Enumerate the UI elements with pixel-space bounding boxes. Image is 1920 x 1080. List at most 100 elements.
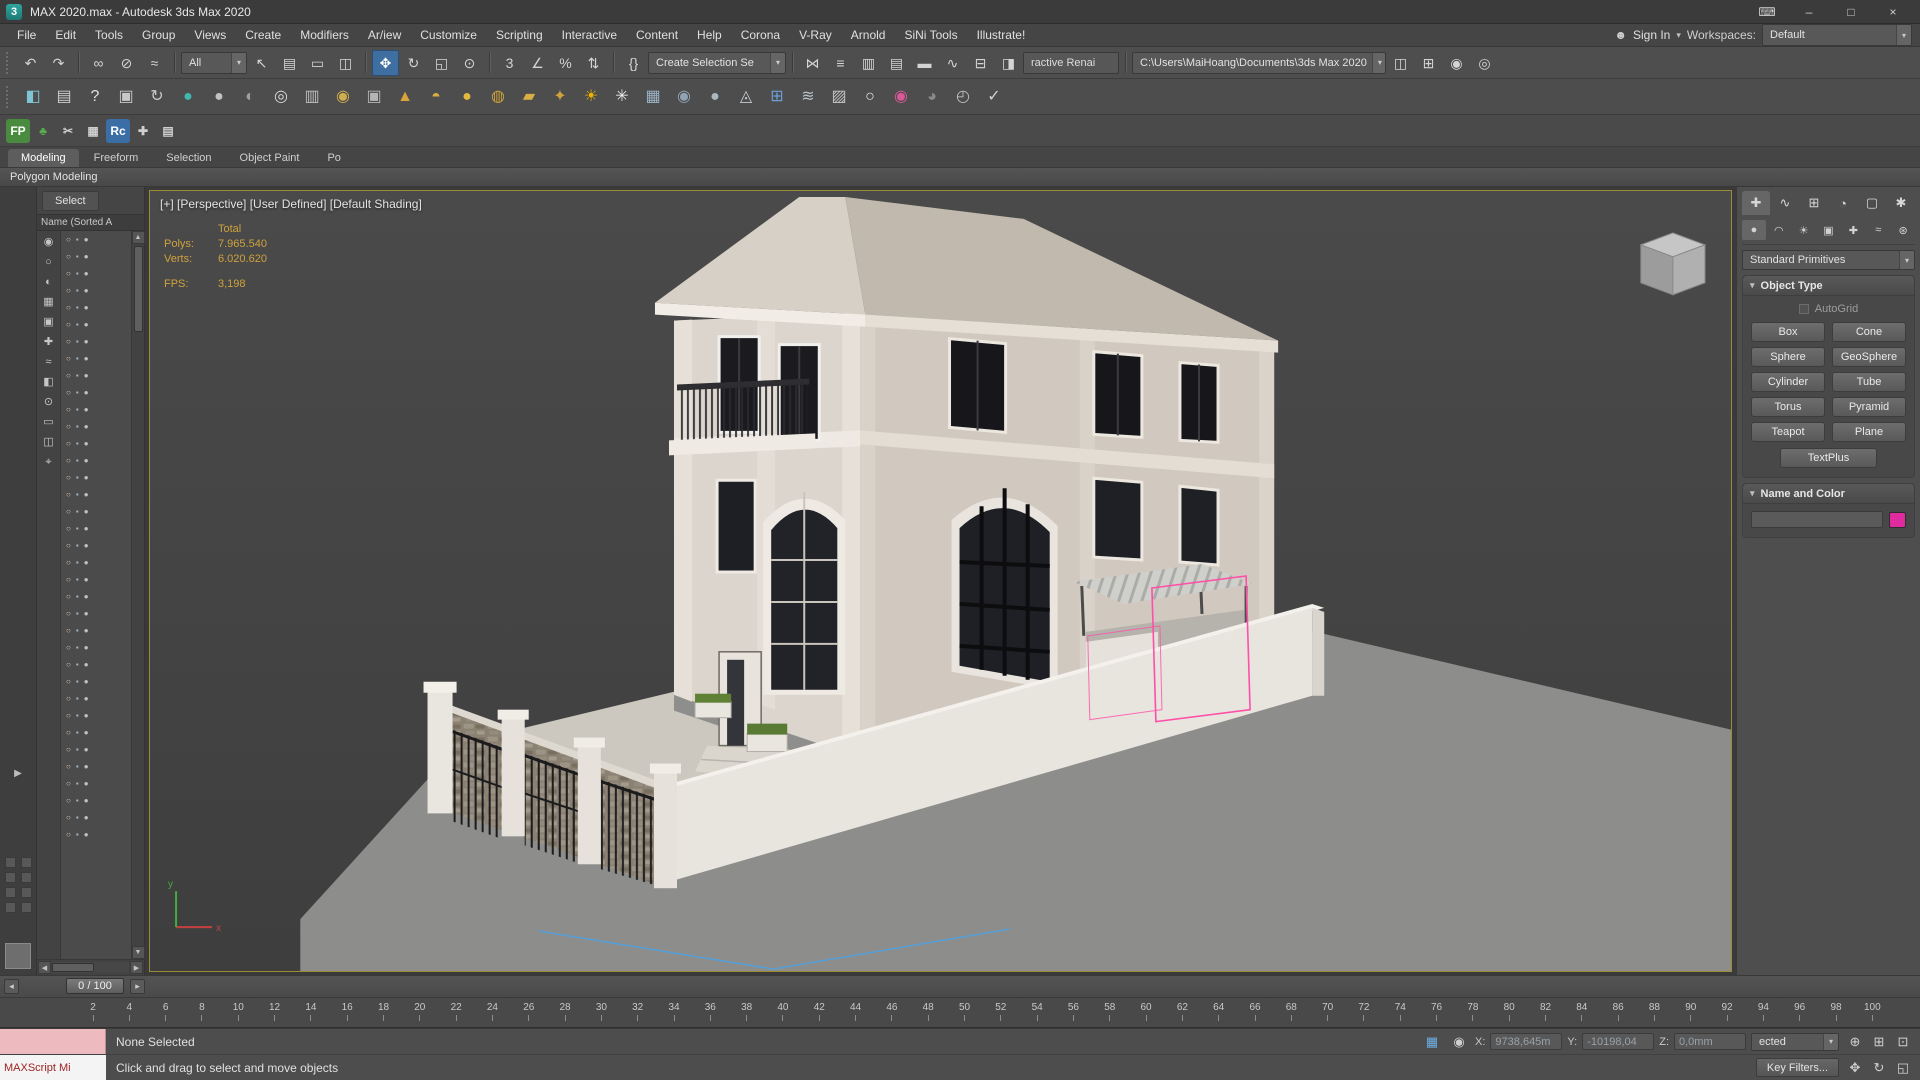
teal-sphere-icon[interactable]: ● xyxy=(173,83,203,111)
visibility-icon[interactable]: ○ xyxy=(66,439,71,448)
previous-frame-button[interactable]: ◂ xyxy=(4,979,19,994)
scene-object-row[interactable]: ○ ▪ ● xyxy=(61,656,131,673)
scrollbar-thumb[interactable] xyxy=(52,963,94,972)
scene-object-row[interactable]: ○ ▪ ● xyxy=(61,758,131,775)
selection-lock-icon[interactable]: ◉ xyxy=(1448,1032,1470,1052)
minimized-panel-button[interactable] xyxy=(5,943,31,969)
object-color-swatch[interactable] xyxy=(1889,511,1906,528)
scrollbar-thumb[interactable] xyxy=(133,246,143,332)
scene-object-row[interactable]: ○ ▪ ● xyxy=(61,520,131,537)
visibility-icon[interactable]: ○ xyxy=(66,388,71,397)
scene-object-row[interactable]: ○ ▪ ● xyxy=(61,469,131,486)
render-production-icon[interactable]: ◉ xyxy=(1443,50,1470,76)
schematic-view-icon[interactable]: ⊟ xyxy=(967,50,994,76)
menu-item[interactable]: Tools xyxy=(86,25,132,45)
menu-item[interactable]: Arnold xyxy=(842,25,895,45)
display-cameras-icon[interactable]: ▣ xyxy=(43,317,53,328)
select-by-name-icon[interactable]: ▤ xyxy=(276,50,303,76)
frame-buffer-icon[interactable]: ▦ xyxy=(638,83,668,111)
select-and-link-icon[interactable]: ∞ xyxy=(85,50,112,76)
primitive-button[interactable]: Plane xyxy=(1832,422,1906,442)
tab-object-paint[interactable]: Object Paint xyxy=(227,149,313,167)
visibility-icon[interactable]: ○ xyxy=(66,643,71,652)
close-button[interactable]: × xyxy=(1872,1,1914,23)
scene-object-row[interactable]: ○ ▪ ● xyxy=(61,605,131,622)
x-coordinate-field[interactable]: 9738,645m xyxy=(1490,1033,1563,1050)
tools-icon[interactable]: ✚ xyxy=(131,119,155,143)
converter-icon[interactable]: ↻ xyxy=(142,83,172,111)
scene-object-row[interactable]: ○ ▪ ● xyxy=(61,231,131,248)
sphere-light-icon[interactable]: ● xyxy=(452,83,482,111)
orbit-icon[interactable]: ↻ xyxy=(1868,1058,1890,1078)
zoom-icon[interactable]: ⊕ xyxy=(1844,1032,1866,1052)
redo-icon[interactable]: ↷ xyxy=(45,50,72,76)
display-lights-icon[interactable]: ▦ xyxy=(43,297,53,308)
menu-item[interactable]: Edit xyxy=(46,25,85,45)
select-and-rotate-icon[interactable]: ↻ xyxy=(400,50,427,76)
visibility-icon[interactable]: ○ xyxy=(66,779,71,788)
spacewarps-category-icon[interactable]: ≈ xyxy=(1866,220,1890,240)
sky-icon[interactable]: ✳ xyxy=(607,83,637,111)
visibility-icon[interactable]: ○ xyxy=(66,252,71,261)
next-frame-button[interactable]: ▸ xyxy=(130,979,145,994)
dock-slot[interactable] xyxy=(20,872,32,883)
scrollbar-track[interactable] xyxy=(52,962,129,973)
menu-item[interactable]: Ar/iew xyxy=(359,25,410,45)
time-slider-handle[interactable]: 0 / 100 xyxy=(66,978,124,994)
tab-freeform[interactable]: Freeform xyxy=(81,149,152,167)
chevron-down-icon[interactable]: ▾ xyxy=(1899,251,1914,269)
interactive-render-label[interactable]: ractive Renai xyxy=(1023,51,1119,74)
dock-slot[interactable] xyxy=(5,857,16,868)
menu-item[interactable]: Corona xyxy=(732,25,789,45)
explorer-horizontal-scrollbar[interactable]: ◀ ▶ xyxy=(37,959,144,975)
cloth-icon[interactable]: ▨ xyxy=(824,83,854,111)
curve-editor-icon[interactable]: ∿ xyxy=(939,50,966,76)
create-tab-icon[interactable]: ✚ xyxy=(1742,191,1770,215)
object-name-input[interactable] xyxy=(1751,511,1883,528)
viewport-label[interactable]: [+] [Perspective] [User Defined] [Defaul… xyxy=(160,197,422,211)
scene-object-row[interactable]: ○ ▪ ● xyxy=(61,316,131,333)
scene-object-row[interactable]: ○ ▪ ● xyxy=(61,384,131,401)
scene-object-row[interactable]: ○ ▪ ● xyxy=(61,792,131,809)
explorer-vertical-scrollbar[interactable]: ▲ ▼ xyxy=(131,231,145,959)
sun-icon[interactable]: ☀ xyxy=(576,83,606,111)
visibility-icon[interactable]: ○ xyxy=(66,541,71,550)
display-shapes-icon[interactable]: ◐ xyxy=(45,277,52,288)
maximize-button[interactable]: □ xyxy=(1830,1,1872,23)
bind-to-space-warp-icon[interactable]: ≈ xyxy=(141,50,168,76)
display-influences-icon[interactable]: ◉ xyxy=(44,237,54,248)
utilities-tab-icon[interactable]: ✱ xyxy=(1887,191,1915,215)
pick-object-icon[interactable]: ⌖ xyxy=(45,457,51,468)
isolate-selection-icon[interactable]: ▦ xyxy=(1421,1032,1443,1052)
display-tab-icon[interactable]: ▢ xyxy=(1858,191,1886,215)
dock-slot[interactable] xyxy=(20,887,32,898)
select-object-icon[interactable]: ↖ xyxy=(248,50,275,76)
visibility-icon[interactable]: ○ xyxy=(66,558,71,567)
3ds-max-app-icon[interactable]: 3 xyxy=(6,3,22,20)
render-iterative-icon[interactable]: ◎ xyxy=(1471,50,1498,76)
visibility-icon[interactable]: ○ xyxy=(66,507,71,516)
cameras-category-icon[interactable]: ▣ xyxy=(1817,220,1841,240)
scene-object-row[interactable]: ○ ▪ ● xyxy=(61,282,131,299)
percent-snap-icon[interactable]: % xyxy=(552,50,579,76)
menu-item[interactable]: V-Ray xyxy=(790,25,841,45)
selection-filter-dropdown[interactable]: All ▾ xyxy=(181,51,247,74)
chevron-down-icon[interactable]: ▾ xyxy=(231,52,246,73)
scene-object-row[interactable]: ○ ▪ ● xyxy=(61,452,131,469)
primitive-button[interactable]: GeoSphere xyxy=(1832,347,1906,367)
prism-icon[interactable]: ◬ xyxy=(731,83,761,111)
visibility-icon[interactable]: ○ xyxy=(66,694,71,703)
scroll-up-icon[interactable]: ▲ xyxy=(131,231,145,244)
visibility-icon[interactable]: ○ xyxy=(66,524,71,533)
pan-icon[interactable]: ✥ xyxy=(1844,1058,1866,1078)
visibility-icon[interactable]: ○ xyxy=(66,813,71,822)
window-crossing-toggle-icon[interactable]: ◫ xyxy=(332,50,359,76)
display-containers-icon[interactable]: ◫ xyxy=(43,437,53,448)
dock-slot[interactable] xyxy=(5,887,16,898)
primitive-button[interactable]: Torus xyxy=(1751,397,1825,417)
visibility-icon[interactable]: ○ xyxy=(66,473,71,482)
chevron-down-icon[interactable]: ▾ xyxy=(1823,1033,1838,1050)
sign-in-caret-icon[interactable]: ▾ xyxy=(1676,30,1681,41)
zoom-all-icon[interactable]: ⊞ xyxy=(1868,1032,1890,1052)
menu-item[interactable]: File xyxy=(8,25,45,45)
